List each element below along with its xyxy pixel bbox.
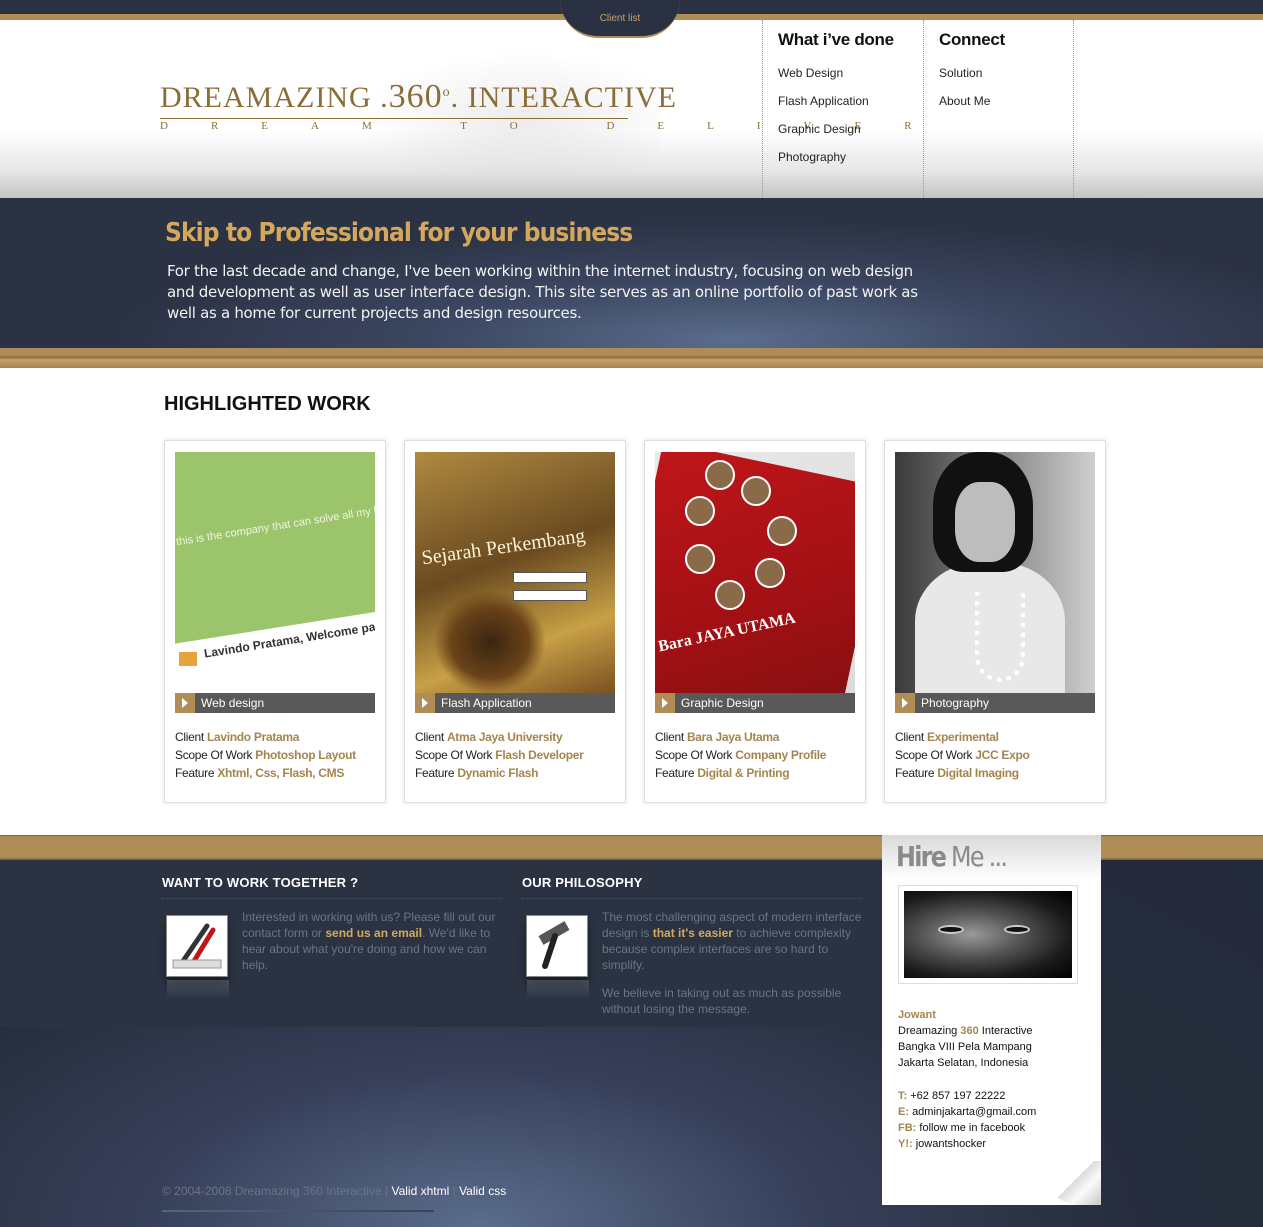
client-list-tab[interactable]: Client list (560, 0, 680, 38)
valid-css-link[interactable]: Valid css (459, 1184, 506, 1198)
contact-name: Jowant (898, 1009, 936, 1021)
play-icon (175, 693, 195, 713)
work-card-flash-application[interactable]: Sejarah Perkembang Flash Application Cli… (404, 440, 626, 803)
nav-heading-connect: Connect (939, 30, 1005, 49)
philosophy-title: OUR PHILOSOPHY (522, 875, 862, 899)
banner-text: For the last decade and change, I've bee… (167, 262, 918, 322)
work-meta: Client Atma Jaya University Scope Of Wor… (415, 730, 584, 780)
logo-rule (160, 118, 628, 119)
work-thumbnail-web-design[interactable]: this is the company that can solve all m… (175, 452, 375, 693)
house-icon (179, 652, 197, 666)
profile-photo (898, 885, 1078, 984)
nav-heading-what-ive-done: What i’ve done (778, 30, 894, 49)
work-caption-web-design[interactable]: Web design (175, 693, 375, 713)
pencils-icon (166, 915, 229, 998)
contact-info: Jowant Dreamazing 360 Interactive Bangka… (898, 1009, 1037, 1150)
nav-connect: Connect Solution About Me (923, 20, 1074, 198)
hire-me-title: Hire Me ... (896, 840, 1008, 873)
main-content: HIGHLIGHTED WORK this is the company tha… (0, 368, 1263, 835)
nav-item-graphic-design[interactable]: Graphic Design (778, 122, 923, 150)
play-icon (895, 693, 915, 713)
contact-facebook[interactable]: FB: follow me in facebook (898, 1120, 1036, 1136)
hire-me-panel: Hire Me ... Jowant Dreamazing 360 Intera… (882, 835, 1101, 1205)
contact-email[interactable]: E: adminjakarta@gmail.com (898, 1104, 1036, 1120)
page-curl-decoration (1041, 1161, 1101, 1205)
philosophy-section: OUR PHILOSOPHY The most challenging aspe… (522, 875, 862, 1016)
play-icon (415, 693, 435, 713)
hammer-icon (526, 915, 589, 998)
work-meta: Client Lavindo Pratama Scope Of Work Pho… (175, 730, 356, 780)
nav-item-about-me[interactable]: About Me (939, 94, 1073, 122)
valid-xhtml-link[interactable]: Valid xhtml (391, 1184, 449, 1198)
nav-item-solution[interactable]: Solution (939, 66, 1073, 94)
work-card-web-design[interactable]: this is the company that can solve all m… (164, 440, 386, 803)
work-thumbnail-flash-application[interactable]: Sejarah Perkembang (415, 452, 615, 693)
logo[interactable]: DREAMAZING .360o. INTERACTIVE DREAM TO D… (160, 78, 955, 132)
logo-tagline: DREAM TO DELIVER (160, 120, 955, 132)
philosophy-text: The most challenging aspect of modern in… (602, 910, 862, 1016)
work-caption-flash-application[interactable]: Flash Application (415, 693, 615, 713)
send-email-link[interactable]: send us an email (325, 926, 422, 940)
work-meta: Client Experimental Scope Of Work JCC Ex… (895, 730, 1030, 780)
copyright-divider (162, 1210, 434, 1212)
work-card-photography[interactable]: Photography Client Experimental Scope Of… (884, 440, 1106, 803)
play-icon (655, 693, 675, 713)
work-thumbnail-graphic-design[interactable]: Bara JAYA UTAMA (655, 452, 855, 693)
work-together-section: WANT TO WORK TOGETHER ? Interested in wo… (162, 875, 502, 998)
contact-phone: T: +62 857 197 22222 (898, 1090, 1006, 1102)
banner-title: Skip to Professional for your business (165, 218, 633, 248)
work-caption-photography[interactable]: Photography (895, 693, 1095, 713)
hero-banner: Skip to Professional for your business F… (0, 198, 1263, 348)
nav-item-flash-application[interactable]: Flash Application (778, 94, 923, 122)
banner-gold-stripe (0, 348, 1263, 368)
copyright: © 2004-2008 Dreamazing 360 Interactive |… (162, 1184, 507, 1198)
work-meta: Client Bara Jaya Utama Scope Of Work Com… (655, 730, 827, 780)
work-together-text: Interested in working with us? Please fi… (242, 910, 496, 972)
highlighted-work-title: HIGHLIGHTED WORK (164, 393, 371, 415)
work-thumbnail-photography[interactable] (895, 452, 1095, 693)
nav-item-web-design[interactable]: Web Design (778, 66, 923, 94)
nav-item-photography[interactable]: Photography (778, 150, 923, 178)
work-together-title: WANT TO WORK TOGETHER ? (162, 875, 502, 899)
nav-what-ive-done: What i’ve done Web Design Flash Applicat… (762, 20, 923, 198)
contact-yahoo: Y!: jowantshocker (898, 1138, 987, 1150)
work-caption-graphic-design[interactable]: Graphic Design (655, 693, 855, 713)
work-card-graphic-design[interactable]: Bara JAYA UTAMA Graphic Design Client Ba… (644, 440, 866, 803)
logo-title: DREAMAZING .360o. INTERACTIVE (160, 78, 677, 115)
